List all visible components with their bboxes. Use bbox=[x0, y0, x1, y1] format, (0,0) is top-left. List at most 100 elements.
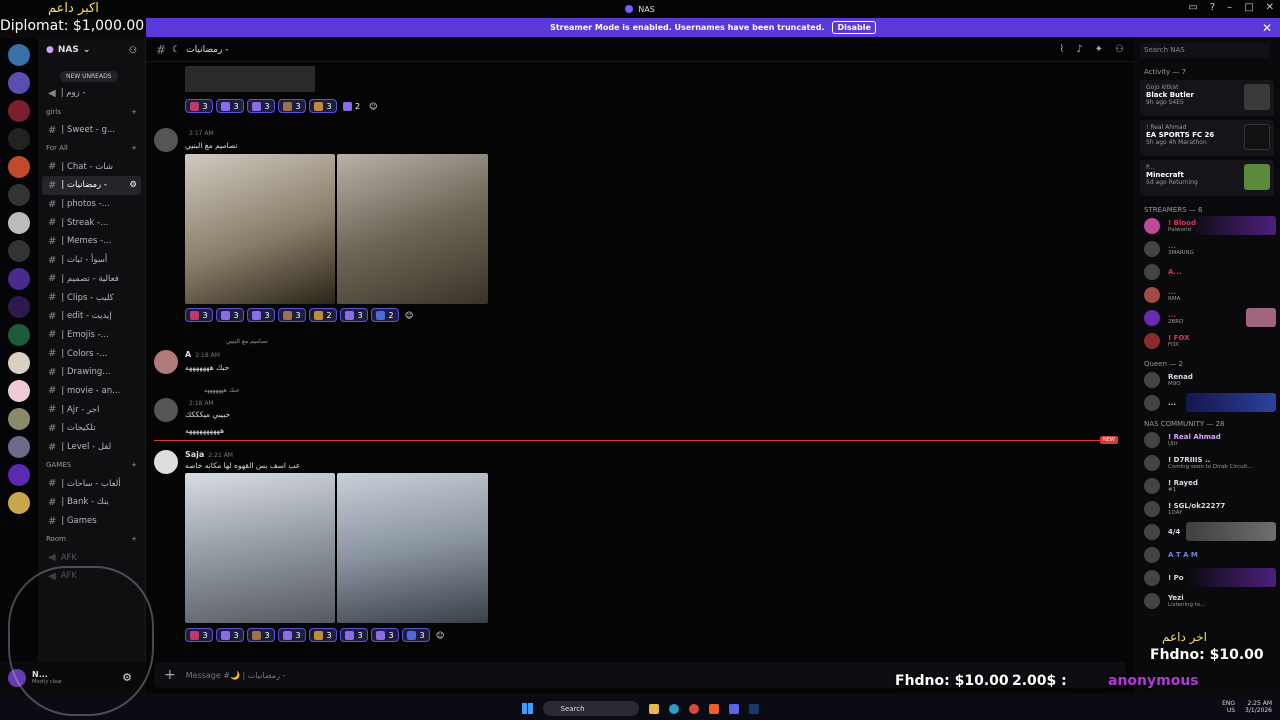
channel-item[interactable]: # | photos -... bbox=[38, 195, 145, 214]
reaction[interactable]: 3 bbox=[340, 308, 368, 322]
channel-item[interactable]: # | Games bbox=[38, 512, 145, 531]
activity-card[interactable]: P... Minecraft 5d ago Returning bbox=[1140, 160, 1274, 196]
category-room[interactable]: Room + bbox=[38, 530, 145, 548]
pin-icon[interactable]: ✦ bbox=[1095, 44, 1103, 55]
banner-close-icon[interactable]: ✕ bbox=[1262, 21, 1272, 35]
member[interactable]: ... 3MARING bbox=[1134, 237, 1280, 260]
reaction[interactable]: 3 bbox=[309, 628, 337, 642]
member[interactable]: Renad M9O bbox=[1134, 368, 1280, 391]
add-reaction-button[interactable]: ☺ bbox=[433, 628, 447, 642]
reaction[interactable]: 3 bbox=[216, 99, 244, 113]
add-channel-icon[interactable]: + bbox=[131, 144, 137, 152]
reaction[interactable]: 2 bbox=[371, 308, 399, 322]
reaction[interactable]: 3 bbox=[247, 99, 275, 113]
message-image[interactable] bbox=[337, 154, 488, 304]
add-channel-icon[interactable]: + bbox=[131, 108, 137, 116]
reaction[interactable]: 2 bbox=[340, 99, 363, 113]
member[interactable]: ! SGL/ok22277 1DAY bbox=[1134, 497, 1280, 520]
add-reaction-button[interactable]: ☺ bbox=[366, 99, 380, 113]
windows-start-icon[interactable] bbox=[521, 703, 533, 714]
reaction[interactable]: 3 bbox=[216, 628, 244, 642]
server-icon[interactable] bbox=[8, 408, 30, 430]
server-icon[interactable] bbox=[8, 184, 30, 206]
disable-button[interactable]: Disable bbox=[832, 21, 876, 34]
members-icon[interactable]: ⚇ bbox=[1115, 44, 1124, 55]
server-icon[interactable] bbox=[8, 212, 30, 234]
channel-item[interactable]: # | Chat - شات bbox=[38, 157, 145, 176]
search-input[interactable]: Search NAS bbox=[1140, 43, 1270, 58]
reaction[interactable]: 3 bbox=[247, 308, 275, 322]
activity-card[interactable]: ! Real Ahmad EA SPORTS FC 26 5h ago 4h Mar… bbox=[1140, 120, 1274, 156]
reaction[interactable]: 3 bbox=[185, 628, 213, 642]
channel-item[interactable]: # | Bank - بنك bbox=[38, 493, 145, 512]
gear-icon[interactable]: ⚙ bbox=[129, 180, 137, 190]
message-image[interactable] bbox=[185, 66, 315, 92]
channel-item[interactable]: # | Streak -... bbox=[38, 213, 145, 232]
server-icon[interactable] bbox=[8, 156, 30, 178]
avatar[interactable] bbox=[154, 450, 178, 474]
message-image[interactable] bbox=[337, 473, 488, 623]
reaction[interactable]: 3 bbox=[402, 628, 430, 642]
category-forall[interactable]: For All + bbox=[38, 139, 145, 157]
channel-item[interactable]: # | Drawing... bbox=[38, 363, 145, 382]
reaction[interactable]: 3 bbox=[309, 99, 337, 113]
message-input[interactable]: Message #🌙 | رمضانيات - bbox=[186, 671, 286, 680]
member[interactable]: ... 2BRO bbox=[1134, 306, 1280, 329]
member[interactable]: ! Po bbox=[1134, 566, 1280, 589]
member[interactable]: ... RMA bbox=[1134, 283, 1280, 306]
category-girls[interactable]: girls + bbox=[38, 103, 145, 121]
server-icon[interactable] bbox=[8, 324, 30, 346]
bell-icon[interactable]: ♪ bbox=[1076, 44, 1082, 55]
close-icon[interactable]: ✕ bbox=[1266, 2, 1274, 13]
member[interactable]: ! Real Ahmad Ultr bbox=[1134, 428, 1280, 451]
server-icon[interactable] bbox=[8, 100, 30, 122]
member[interactable]: ... bbox=[1134, 391, 1280, 414]
member[interactable]: Yezi Listening to... bbox=[1134, 589, 1280, 612]
channel-item[interactable]: # | Ajr - اجر bbox=[38, 400, 145, 419]
channel-item[interactable]: # | تلكيجات bbox=[38, 419, 145, 438]
channel-sweet[interactable]: # | Sweet - g... bbox=[38, 121, 145, 140]
server-icon[interactable] bbox=[8, 492, 30, 514]
add-user-icon[interactable]: ⚇ bbox=[129, 46, 137, 56]
edge-icon[interactable] bbox=[668, 703, 679, 714]
new-unreads-pill[interactable]: NEW UNREADS bbox=[60, 71, 118, 82]
member[interactable]: A... bbox=[1134, 260, 1280, 283]
reaction[interactable]: 3 bbox=[371, 628, 399, 642]
server-icon[interactable] bbox=[8, 296, 30, 318]
member[interactable]: ! FOX FOX bbox=[1134, 329, 1280, 352]
avatar[interactable] bbox=[154, 128, 178, 152]
message-image[interactable] bbox=[185, 473, 335, 623]
brave-icon[interactable] bbox=[708, 703, 719, 714]
inbox-icon[interactable]: ▭ bbox=[1188, 2, 1197, 13]
steam-icon[interactable] bbox=[748, 703, 759, 714]
channel-item[interactable]: # | Level - لفل bbox=[38, 438, 145, 457]
reaction[interactable]: 3 bbox=[278, 308, 306, 322]
server-icon[interactable] bbox=[8, 380, 30, 402]
reaction[interactable]: 3 bbox=[185, 308, 213, 322]
message-image[interactable] bbox=[185, 154, 335, 304]
member[interactable]: ! Rayed #1 bbox=[1134, 474, 1280, 497]
reaction[interactable]: 3 bbox=[216, 308, 244, 322]
add-reaction-button[interactable]: ☺ bbox=[402, 308, 416, 322]
activity-card[interactable]: Gojo kitkat Black Butler 9h ago S4E5 bbox=[1140, 80, 1274, 116]
plus-icon[interactable]: + bbox=[164, 667, 176, 683]
member[interactable]: ! Blood Palworld bbox=[1134, 214, 1280, 237]
channel-zoom[interactable]: ◀ | زوم - bbox=[38, 84, 145, 103]
server-icon[interactable] bbox=[8, 44, 30, 66]
reaction[interactable]: 3 bbox=[278, 99, 306, 113]
add-channel-icon[interactable]: + bbox=[131, 535, 137, 543]
server-icon[interactable] bbox=[8, 268, 30, 290]
clock[interactable]: 2:25 AM 3/1/2026 bbox=[1245, 700, 1272, 714]
server-icon[interactable] bbox=[8, 352, 30, 374]
channel-item[interactable]: # | Clips - كليب bbox=[38, 288, 145, 307]
server-icon[interactable] bbox=[8, 72, 30, 94]
reaction[interactable]: 2 bbox=[309, 308, 337, 322]
member[interactable]: ! D7RIIIS .. Coming soon to Dirab Circuit… bbox=[1134, 451, 1280, 474]
channel-item[interactable]: # | edit - إيديت bbox=[38, 307, 145, 326]
channel-item-active[interactable]: # | رمضانيات - ⚙ bbox=[42, 176, 141, 195]
avatar[interactable] bbox=[154, 398, 178, 422]
channel-item[interactable]: # | Memes -... bbox=[38, 232, 145, 251]
channel-item[interactable]: # | ألعاب - ساحات bbox=[38, 474, 145, 493]
reaction[interactable]: 3 bbox=[247, 628, 275, 642]
channel-item[interactable]: # | أسوأ - ثبات bbox=[38, 251, 145, 270]
